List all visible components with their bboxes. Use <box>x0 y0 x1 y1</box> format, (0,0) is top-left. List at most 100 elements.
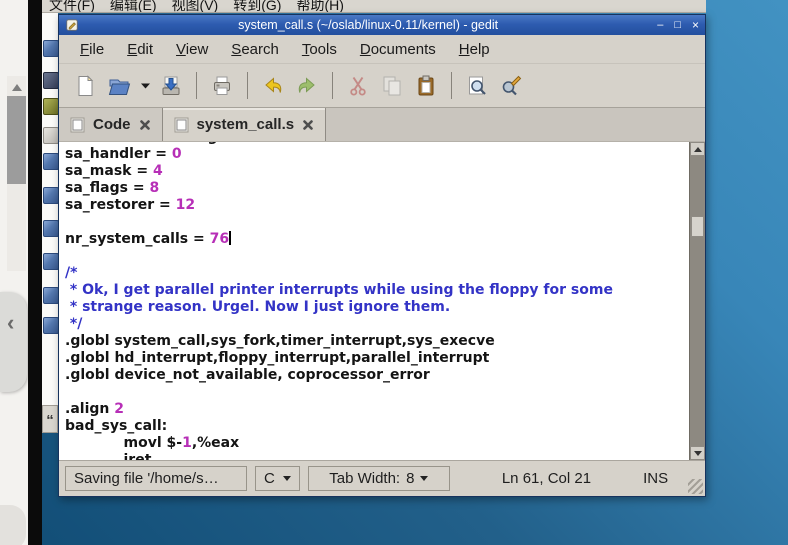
open-dropdown-button[interactable] <box>137 70 153 102</box>
cursor-position: Ln 61, Col 21 <box>502 470 591 487</box>
tab-code[interactable]: Code <box>59 108 163 141</box>
menu-search[interactable]: Search <box>222 39 288 60</box>
outer-menu-item[interactable]: 视图(V) <box>172 0 219 13</box>
window-title: system_call.s (~/oslab/linux-0.11/kernel… <box>79 18 657 32</box>
paste-button[interactable] <box>410 70 442 102</box>
language-combo[interactable]: C <box>255 466 300 491</box>
copy-icon <box>380 74 404 98</box>
print-icon <box>210 74 234 98</box>
menu-file[interactable]: File <box>71 39 113 60</box>
tab-width-combo[interactable]: Tab Width: 8 <box>308 466 450 491</box>
underlying-app-panel <box>0 0 28 545</box>
code-text: # offsets within sigactionsa_handler = 0… <box>65 142 685 460</box>
scroll-up-icon[interactable] <box>12 84 22 91</box>
outer-menu-item[interactable]: 转到(G) <box>233 0 281 13</box>
cut-button[interactable] <box>342 70 374 102</box>
code-line: sa_handler = 0 <box>65 146 685 163</box>
code-line: .globl device_not_available, coprocessor… <box>65 367 685 384</box>
left-scrollbar-thumb[interactable] <box>7 96 26 184</box>
menu-edit[interactable]: Edit <box>118 39 162 60</box>
minimize-button[interactable]: – <box>657 20 663 31</box>
code-line: iret <box>65 452 685 460</box>
document-icon <box>174 117 189 133</box>
chevron-left-icon: ‹ <box>7 310 14 336</box>
tab-width-value: 8 <box>406 470 414 487</box>
close-tab-icon[interactable] <box>302 119 314 131</box>
text-cursor <box>229 231 231 245</box>
document-icon <box>43 40 58 57</box>
triangle-up-icon <box>694 147 702 152</box>
toolbar <box>59 63 705 108</box>
triangle-down-icon <box>694 451 702 456</box>
gedit-app-icon <box>65 18 79 32</box>
scrollbar-thumb[interactable] <box>691 216 704 237</box>
insert-mode-indicator: INS <box>643 470 668 487</box>
status-message: Saving file '/home/s… <box>65 466 247 491</box>
editor-area[interactable]: # offsets within sigactionsa_handler = 0… <box>59 142 705 460</box>
open-icon <box>107 74 131 98</box>
tab-bar: Code system_call.s <box>59 108 705 142</box>
copy-button[interactable] <box>376 70 408 102</box>
code-line: /* <box>65 265 685 282</box>
cut-icon <box>346 74 370 98</box>
close-tab-icon[interactable] <box>139 119 151 131</box>
player-back-overlay[interactable]: ‹ <box>0 292 27 392</box>
find-replace-button[interactable] <box>495 70 527 102</box>
code-line: bad_sys_call: <box>65 418 685 435</box>
tab-system-call-s[interactable]: system_call.s <box>163 108 327 141</box>
document-icon <box>43 220 58 237</box>
quote-icon: “ <box>46 412 54 429</box>
tab-label: Code <box>93 116 131 133</box>
print-button[interactable] <box>206 70 238 102</box>
code-line: * Ok, I get parallel printer interrupts … <box>65 282 685 299</box>
code-line <box>65 248 685 265</box>
menu-tools[interactable]: Tools <box>293 39 346 60</box>
code-line <box>65 214 685 231</box>
tab-label: system_call.s <box>197 116 295 133</box>
redo-icon <box>295 74 319 98</box>
menu-help[interactable]: Help <box>450 39 499 60</box>
toolbar-separator <box>332 72 333 99</box>
document-icon <box>43 253 58 270</box>
save-button[interactable] <box>155 70 187 102</box>
gedit-window: system_call.s (~/oslab/linux-0.11/kernel… <box>58 14 706 497</box>
document-icon <box>43 287 58 304</box>
resize-grip[interactable] <box>688 479 703 494</box>
code-line: .globl system_call,sys_fork,timer_interr… <box>65 333 685 350</box>
maximize-button[interactable]: □ <box>674 20 681 31</box>
quote-button[interactable]: “ <box>42 405 58 433</box>
title-bar[interactable]: system_call.s (~/oslab/linux-0.11/kernel… <box>59 15 705 35</box>
status-bar: Saving file '/home/s… C Tab Width: 8 Ln … <box>59 460 705 496</box>
outer-menu-item[interactable]: 帮助(H) <box>296 0 343 13</box>
document-icon <box>43 153 58 170</box>
toolbar-separator <box>451 72 452 99</box>
undo-button[interactable] <box>257 70 289 102</box>
document-icon <box>70 117 85 133</box>
open-button[interactable] <box>103 70 135 102</box>
menu-documents[interactable]: Documents <box>351 39 445 60</box>
open-dropdown-icon <box>140 82 151 90</box>
code-line: sa_mask = 4 <box>65 163 685 180</box>
video-letterbox-bar <box>28 0 42 545</box>
scroll-down-button[interactable] <box>690 446 705 460</box>
menu-view[interactable]: View <box>167 39 217 60</box>
close-button[interactable]: × <box>692 19 699 31</box>
folder-icon <box>43 98 58 115</box>
new-document-icon <box>73 74 97 98</box>
desktop: ‹ “ 文件(F) 编辑(E) 视图(V) 转到(G) 帮助(H) system_cal… <box>0 0 788 545</box>
redo-button[interactable] <box>291 70 323 102</box>
find-icon <box>465 74 489 98</box>
document-icon <box>43 317 58 334</box>
code-line <box>65 384 685 401</box>
code-line: sa_flags = 8 <box>65 180 685 197</box>
find-button[interactable] <box>461 70 493 102</box>
outer-menu-item[interactable]: 编辑(E) <box>110 0 157 13</box>
find-replace-icon <box>499 74 523 98</box>
new-document-button[interactable] <box>69 70 101 102</box>
save-icon <box>159 74 183 98</box>
code-line: */ <box>65 316 685 333</box>
chevron-down-icon <box>420 476 428 481</box>
scroll-up-button[interactable] <box>690 142 705 156</box>
editor-scrollbar[interactable] <box>689 142 705 460</box>
outer-menu-item[interactable]: 文件(F) <box>49 0 95 13</box>
